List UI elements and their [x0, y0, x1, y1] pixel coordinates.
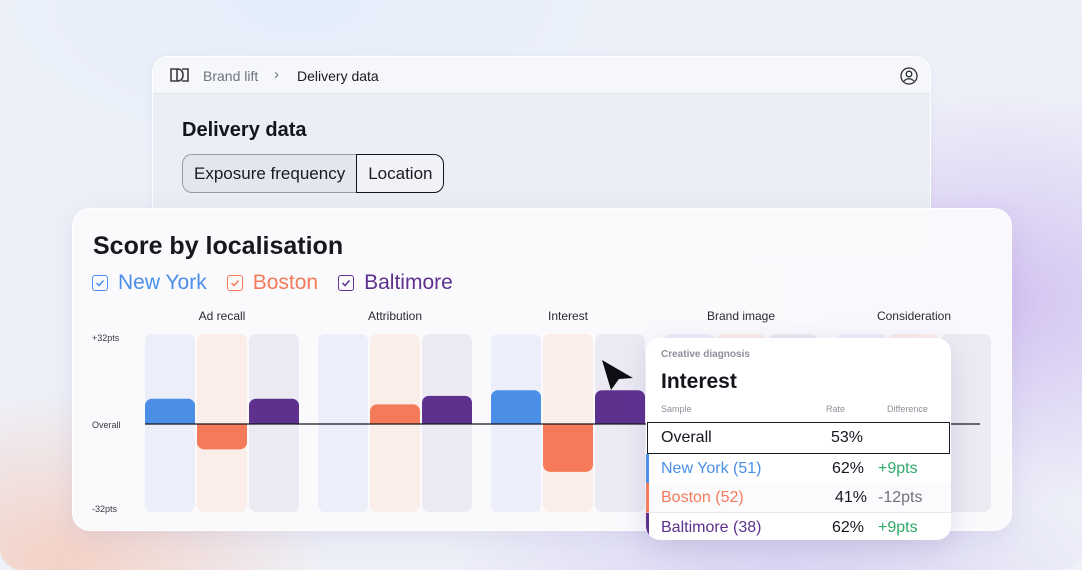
- row-baltimore[interactable]: Baltimore (38) 62% +9pts: [646, 513, 951, 540]
- pointer-cursor-icon: [602, 360, 633, 390]
- row-rate: 41%: [835, 489, 868, 506]
- row-boston[interactable]: Boston (52) 41% -12pts: [646, 483, 951, 513]
- bar-boston: [543, 424, 593, 472]
- column-background: [543, 334, 593, 512]
- category-label: Ad recall: [199, 309, 246, 323]
- tab-exposure-frequency[interactable]: Exposure frequency: [182, 154, 357, 193]
- category-label: Brand image: [707, 309, 775, 323]
- column-background: [197, 334, 247, 512]
- bar-base-fill: [370, 417, 420, 424]
- breadcrumb-separator: ›: [274, 66, 279, 83]
- y-tick-label: -32pts: [92, 504, 118, 514]
- row-new-york[interactable]: New York (51) 62% +9pts: [646, 454, 951, 484]
- column-background: [318, 334, 368, 512]
- brand-logo-icon[interactable]: [170, 67, 190, 83]
- row-name: Baltimore (38): [661, 519, 762, 536]
- category-label: Interest: [548, 309, 589, 323]
- row-diff: -12pts: [878, 489, 923, 506]
- top-bar: Brand lift › Delivery data: [153, 57, 930, 94]
- bar-base-fill: [543, 424, 593, 431]
- header-difference: Difference: [887, 404, 928, 414]
- row-overall[interactable]: Overall 53%: [647, 422, 950, 454]
- header-sample: Sample: [661, 404, 692, 414]
- row-name: Boston (52): [661, 489, 744, 506]
- popup-subtitle: Creative diagnosis: [661, 349, 750, 360]
- bar-base-fill: [595, 417, 645, 424]
- page-title: Delivery data: [182, 119, 307, 141]
- creative-diagnosis-popup: Creative diagnosis Interest Sample Rate …: [646, 338, 951, 540]
- y-tick-label: +32pts: [92, 333, 120, 343]
- row-rate: 62%: [832, 460, 865, 477]
- view-segmented-control: Exposure frequency Location: [182, 154, 445, 193]
- bar-base-fill: [422, 417, 472, 424]
- category-label: Consideration: [877, 309, 951, 323]
- category-label: Attribution: [368, 309, 422, 323]
- user-avatar-icon[interactable]: [900, 67, 918, 85]
- row-name: New York (51): [661, 460, 762, 477]
- breadcrumb-current: Delivery data: [297, 68, 379, 84]
- popup-title: Interest: [661, 370, 737, 393]
- row-name: Overall: [661, 429, 712, 446]
- row-rate: 62%: [832, 519, 865, 536]
- stage: Brand lift › Delivery data Delivery data…: [0, 0, 1082, 570]
- header-rate: Rate: [826, 404, 846, 414]
- bar-base-fill: [491, 417, 541, 424]
- row-rate: 53%: [831, 429, 864, 446]
- tab-location[interactable]: Location: [356, 154, 445, 193]
- bar-base-fill: [249, 417, 299, 424]
- row-diff: +9pts: [878, 460, 918, 477]
- breadcrumb-brand-lift[interactable]: Brand lift: [203, 68, 258, 84]
- row-diff: +9pts: [878, 519, 918, 536]
- bar-base-fill: [145, 417, 195, 424]
- bar-base-fill: [197, 424, 247, 431]
- y-tick-label: Overall: [92, 420, 121, 430]
